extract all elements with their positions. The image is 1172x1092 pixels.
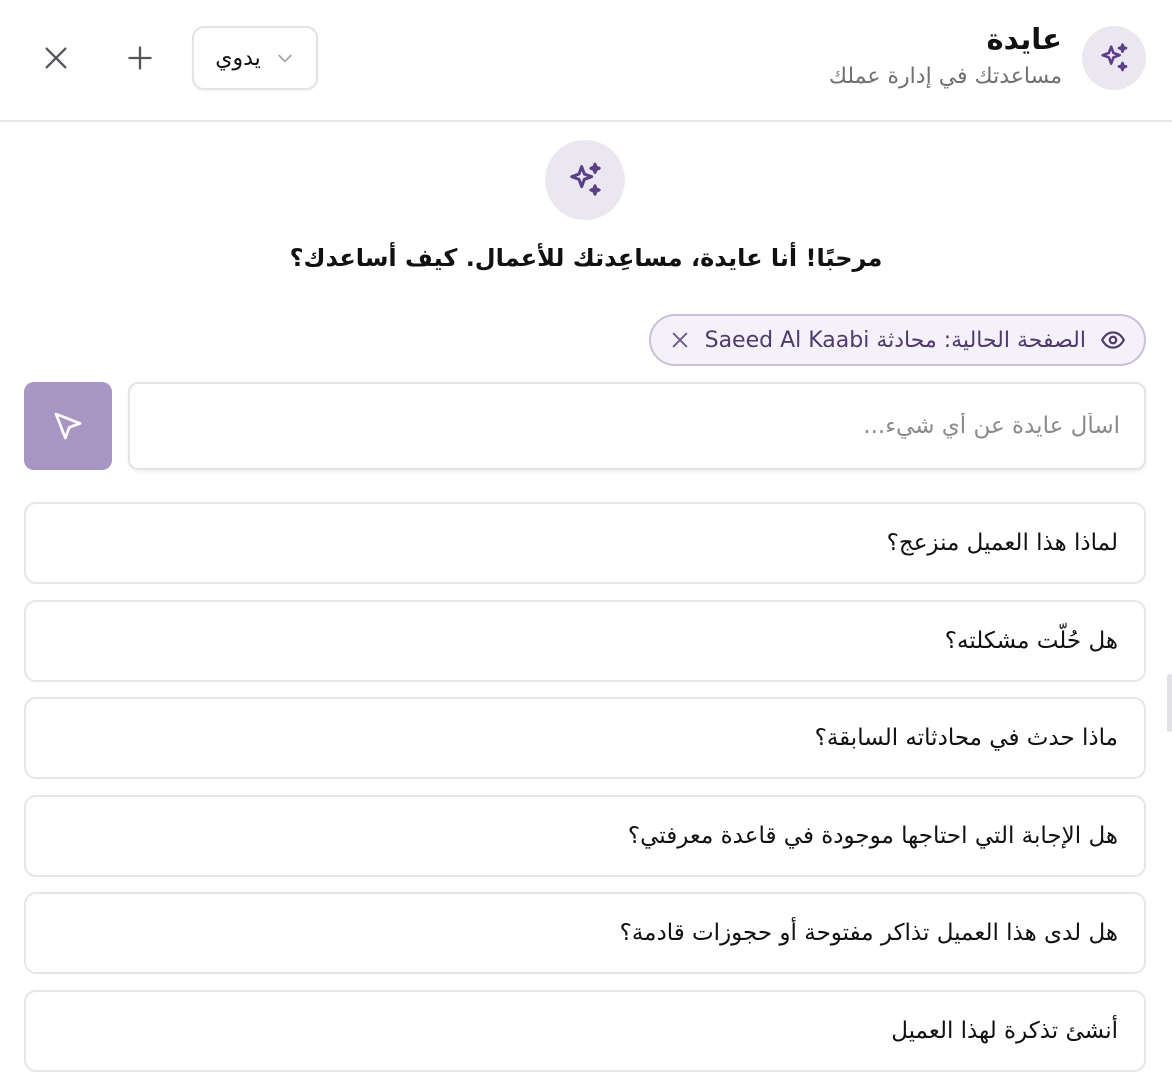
suggestion-button[interactable]: أنشئ تذكرة لهذا العميل — [24, 990, 1146, 1072]
suggestion-button[interactable]: لماذا هذا العميل منزعج؟ — [24, 502, 1146, 584]
scrollbar-thumb[interactable] — [1167, 674, 1172, 732]
plus-icon — [128, 46, 152, 70]
welcome-message: مرحبًا! أنا عايدة، مساعِدتك للأعمال. كيف… — [289, 244, 883, 272]
close-icon — [672, 332, 687, 348]
assistant-panel: عايدة مساعدتك في إدارة عملك يدوي مرحبًا!… — [0, 0, 1172, 1092]
suggestion-button[interactable]: هل الإجابة التي احتاجها موجودة في قاعدة … — [24, 795, 1146, 877]
suggestion-button[interactable]: ماذا حدث في محادثاته السابقة؟ — [24, 697, 1146, 779]
new-chat-button[interactable] — [118, 36, 162, 80]
mode-select-value: يدوي — [215, 45, 261, 71]
sparkles-icon — [1101, 43, 1128, 72]
suggestion-button[interactable]: هل لدى هذا العميل تذاكر مفتوحة أو حجوزات… — [24, 892, 1146, 974]
suggestion-button[interactable]: هل حُلّت مشكلته؟ — [24, 600, 1146, 682]
current-page-context-chip: الصفحة الحالية: محادثة Saeed Al Kaabi — [648, 314, 1146, 366]
panel-header: عايدة مساعدتك في إدارة عملك يدوي — [0, 0, 1172, 122]
remove-context-button[interactable] — [669, 329, 691, 351]
assistant-avatar — [1082, 26, 1146, 90]
close-button[interactable] — [34, 36, 78, 80]
send-button[interactable] — [24, 382, 112, 470]
context-chip-label: الصفحة الحالية: محادثة Saeed Al Kaabi — [704, 327, 1086, 353]
chevron-down-icon — [278, 54, 292, 63]
ask-input[interactable] — [128, 382, 1146, 470]
sparkles-icon — [570, 162, 601, 196]
mode-select[interactable]: يدوي — [192, 26, 318, 90]
assistant-name: عايدة — [986, 22, 1062, 56]
welcome-avatar — [545, 140, 625, 220]
eye-icon — [1100, 327, 1126, 353]
close-icon — [45, 47, 67, 69]
assistant-subtitle: مساعدتك في إدارة عملك — [828, 64, 1062, 89]
send-icon — [54, 412, 82, 440]
